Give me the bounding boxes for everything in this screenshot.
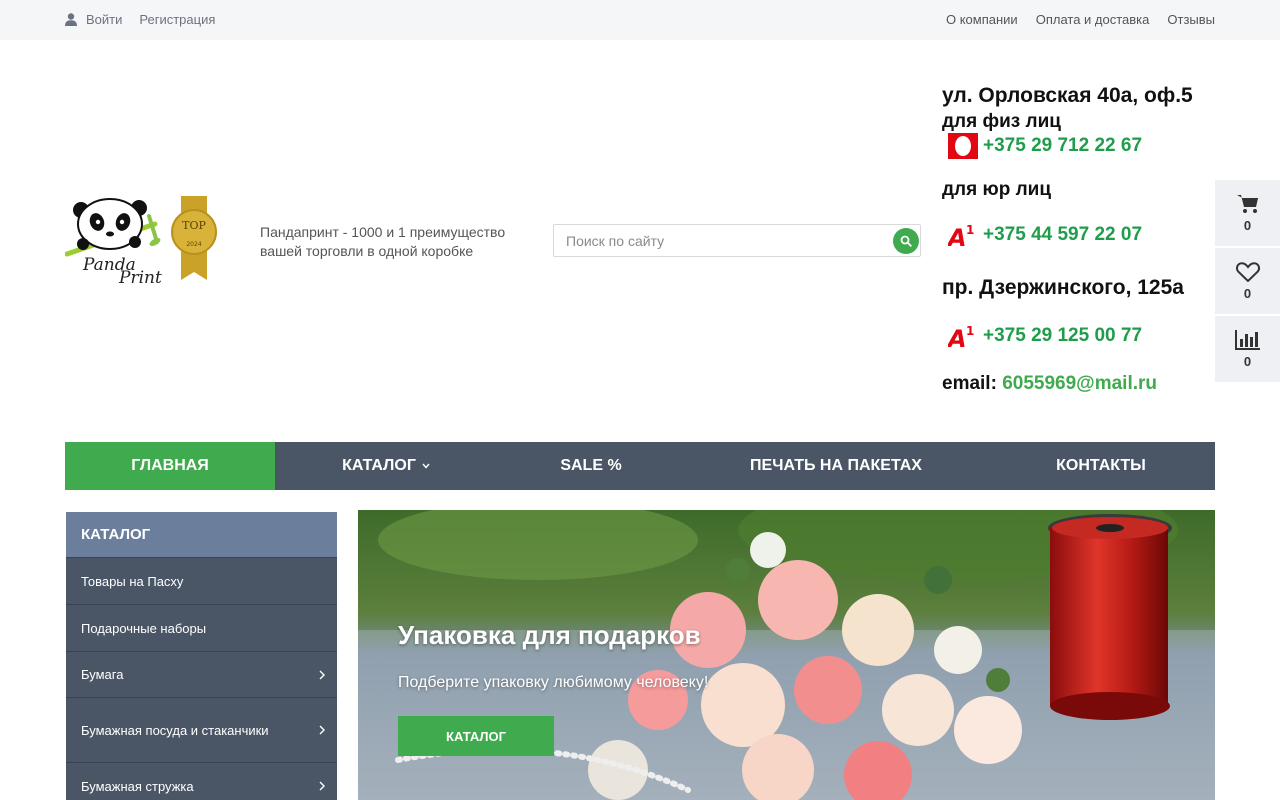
account-links: Войти Регистрация (65, 12, 232, 27)
user-icon (65, 13, 77, 26)
login-link[interactable]: Войти (86, 12, 122, 27)
catalog-title: Каталог (66, 512, 337, 557)
phone-number: +375 29 712 22 67 (983, 135, 1143, 156)
panda-print-logo: Panda Print TOP 2024 (64, 196, 217, 288)
address-orlovskaya: ул. Орловская 40а, оф.5 (942, 84, 1193, 107)
phone-dzerzhinskogo[interactable]: A 1 +375 29 125 00 77 (948, 323, 1142, 349)
search-button[interactable] (893, 228, 919, 254)
main-menu: Главная Каталог SALE % Печать на пакетах… (65, 442, 1215, 490)
catalog-item[interactable]: Подарочные наборы (66, 604, 337, 651)
mts-operator-icon (948, 133, 978, 159)
about-link[interactable]: О компании (946, 12, 1018, 27)
cart-count: 0 (1243, 217, 1252, 233)
label-individuals: для физ лиц (942, 111, 1061, 132)
cart-widget[interactable]: 0 (1215, 180, 1280, 246)
search-icon (900, 235, 912, 247)
menu-label: SALE % (560, 457, 622, 474)
favorites-widget[interactable]: 0 (1215, 248, 1280, 314)
menu-item-bag-printing[interactable]: Печать на пакетах (685, 442, 987, 490)
tagline: Пандапринт - 1000 и 1 преимущество вашей… (260, 224, 506, 259)
email-label: email: (942, 373, 997, 394)
banner-subtitle: Подберите упаковку любимому человеку! (398, 674, 709, 691)
catalog-item[interactable]: Бумажная посуда и стаканчики (66, 697, 337, 762)
menu-item-home[interactable]: Главная (65, 442, 275, 490)
svg-text:A: A (948, 325, 967, 349)
search-input[interactable] (554, 225, 884, 256)
catalog-item-label: Бумага (81, 667, 124, 682)
menu-item-catalog[interactable]: Каталог (275, 442, 497, 490)
reviews-link[interactable]: Отзывы (1167, 12, 1215, 27)
menu-label: Главная (131, 457, 209, 474)
favorites-count: 0 (1243, 285, 1252, 301)
svg-text:2024: 2024 (186, 241, 201, 248)
catalog-item[interactable]: Бумажная стружка (66, 762, 337, 800)
chevron-down-icon (422, 463, 430, 469)
a1-operator-icon: A 1 (948, 223, 974, 248)
menu-label: Контакты (1056, 457, 1146, 474)
phone-number: +375 44 597 22 07 (983, 224, 1143, 245)
phone-companies[interactable]: A 1 +375 44 597 22 07 (948, 222, 1142, 248)
menu-label: Печать на пакетах (750, 457, 922, 474)
hero-banner: Упаковка для подарков Подберите упаковку… (358, 510, 1215, 800)
chevron-right-icon (319, 781, 325, 791)
compare-widget[interactable]: 0 (1215, 316, 1280, 382)
svg-text:1: 1 (966, 223, 974, 237)
register-link[interactable]: Регистрация (139, 12, 215, 27)
catalog-item-label: Бумажная посуда и стаканчики (81, 722, 269, 738)
heart-icon (1235, 261, 1260, 282)
menu-label: Каталог (342, 457, 416, 474)
catalog-item[interactable]: Бумага (66, 651, 337, 697)
compare-count: 0 (1243, 353, 1252, 369)
menu-item-contacts[interactable]: Контакты (987, 442, 1215, 490)
svg-text:TOP: TOP (182, 219, 206, 232)
catalog-sidebar: Каталог Товары на Пасху Подарочные набор… (66, 512, 337, 800)
info-links: О компании Оплата и доставка Отзывы (928, 12, 1215, 27)
chevron-right-icon (319, 670, 325, 679)
side-widgets: 0 0 0 (1215, 180, 1280, 384)
phone-individuals[interactable]: +375 29 712 22 67 (948, 133, 1142, 159)
catalog-item[interactable]: Товары на Пасху (66, 557, 337, 604)
site-logo[interactable]: Panda Print TOP 2024 (64, 194, 217, 288)
svg-text:1: 1 (966, 324, 974, 338)
a1-operator-icon: A 1 (948, 324, 974, 349)
catalog-item-label: Подарочные наборы (81, 620, 207, 636)
search-box (553, 224, 921, 257)
email-block: email: 6055969@mail.ru (942, 373, 1157, 395)
catalog-item-label: Товары на Пасху (81, 573, 184, 589)
phone-number: +375 29 125 00 77 (983, 325, 1143, 346)
svg-text:A: A (948, 224, 967, 248)
catalog-item-label: Бумажная стружка (81, 778, 194, 794)
banner-title: Упаковка для подарков (398, 620, 701, 650)
cart-icon (1236, 194, 1258, 213)
label-companies: для юр лиц (942, 179, 1052, 200)
bar-chart-icon (1234, 329, 1260, 350)
svg-text:Print: Print (118, 268, 162, 286)
banner-catalog-button[interactable]: Каталог (398, 716, 554, 756)
menu-item-sale[interactable]: SALE % (497, 442, 685, 490)
banner-image (358, 510, 1215, 800)
chevron-right-icon (319, 725, 325, 735)
address-dzerzhinskogo: пр. Дзержинского, 125а (942, 276, 1184, 299)
email-link[interactable]: 6055969@mail.ru (1002, 373, 1157, 394)
payment-delivery-link[interactable]: Оплата и доставка (1036, 12, 1150, 27)
top-bar: Войти Регистрация О компании Оплата и до… (0, 0, 1280, 40)
